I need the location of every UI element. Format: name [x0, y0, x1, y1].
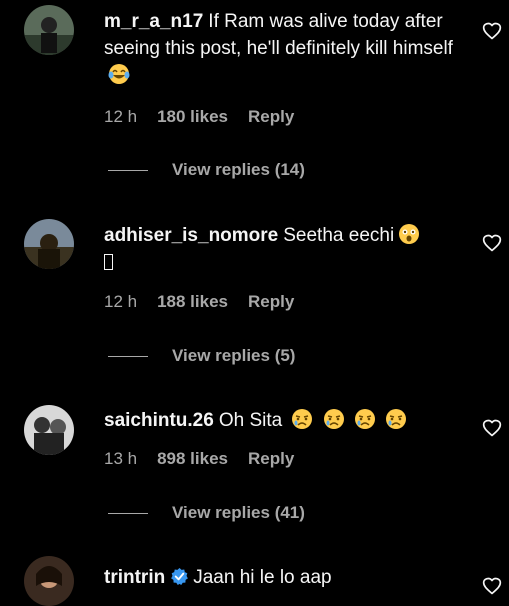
verified-badge-icon	[170, 567, 189, 586]
comment-username[interactable]: saichintu.26	[104, 410, 214, 431]
view-replies-button[interactable]: View replies (14)	[108, 160, 305, 180]
avatar[interactable]	[24, 219, 74, 269]
view-replies-button[interactable]: View replies (5)	[108, 346, 295, 366]
avatar[interactable]	[24, 405, 74, 455]
reply-button[interactable]: Reply	[248, 292, 294, 312]
comment-time: 12 h	[104, 292, 138, 311]
missing-glyph-icon	[104, 254, 113, 270]
astonished-emoji-icon	[398, 223, 420, 245]
divider-line	[108, 355, 148, 357]
crying-emoji-icon	[354, 408, 376, 430]
avatar[interactable]	[24, 556, 74, 606]
comment-body: Jaan hi le lo aap	[193, 567, 332, 588]
reply-button[interactable]: Reply	[248, 449, 294, 469]
likes-count[interactable]: 188 likes	[157, 292, 228, 312]
comment-text: saichintu.26 Oh Sita	[104, 407, 464, 434]
comment-meta: 13 h 898 likes Reply	[104, 449, 294, 469]
likes-count[interactable]: 180 likes	[157, 107, 228, 127]
comment-username[interactable]: m_r_a_n17	[104, 11, 203, 32]
comment-username[interactable]: trintrin	[104, 567, 165, 588]
crying-emoji-icon	[323, 408, 345, 430]
comment-text: m_r_a_n17 If Ram was alive today after se…	[104, 8, 464, 89]
comment-body: Oh Sita	[218, 410, 283, 431]
likes-count[interactable]: 898 likes	[157, 449, 228, 469]
comment-meta: 12 h 180 likes Reply	[104, 107, 294, 127]
comment-body: Seetha eechi	[283, 225, 395, 246]
reply-button[interactable]: Reply	[248, 107, 294, 127]
comment-time: 13 h	[104, 449, 138, 468]
like-heart-icon[interactable]	[482, 576, 502, 596]
divider-line	[108, 512, 148, 514]
avatar[interactable]	[24, 5, 74, 55]
tears-of-joy-emoji-icon	[108, 63, 130, 85]
like-heart-icon[interactable]	[482, 21, 502, 41]
crying-emoji-icon	[291, 408, 313, 430]
divider-line	[108, 169, 148, 171]
view-replies-button[interactable]: View replies (41)	[108, 503, 305, 523]
comment-time: 12 h	[104, 107, 138, 126]
like-heart-icon[interactable]	[482, 233, 502, 253]
like-heart-icon[interactable]	[482, 418, 502, 438]
crying-emoji-icon	[385, 408, 407, 430]
view-replies-label: View replies (41)	[172, 503, 305, 522]
comment-text: trintrin Jaan hi le lo aap	[104, 564, 464, 591]
view-replies-label: View replies (14)	[172, 160, 305, 179]
view-replies-label: View replies (5)	[172, 346, 296, 365]
comment-text: adhiser_is_nomore Seetha eechi	[104, 222, 464, 276]
comment-username[interactable]: adhiser_is_nomore	[104, 225, 278, 246]
comment-meta: 12 h 188 likes Reply	[104, 292, 294, 312]
